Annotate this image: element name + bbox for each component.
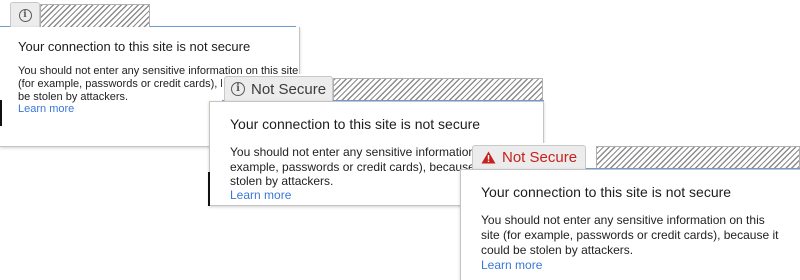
omnibox-bar-2: i Not Secure — [222, 74, 544, 102]
url-redacted-2 — [333, 78, 544, 100]
site-info-button-3[interactable]: Not Secure — [472, 145, 587, 169]
omnibox-bar-3: Not Secure — [472, 143, 800, 170]
not-secure-label: Not Secure — [502, 149, 578, 166]
security-indicator-comparison: i Your connection to this site is not se… — [0, 0, 800, 280]
url-redacted-1 — [40, 4, 150, 28]
popup-title: Your connection to this site is not secu… — [230, 116, 481, 132]
warning-triangle-icon — [481, 151, 496, 164]
popup-body: You should not enter any sensitive infor… — [481, 213, 779, 257]
info-icon: i — [231, 82, 245, 96]
window-edge-1 — [0, 100, 2, 126]
security-popup-3: Your connection to this site is not secu… — [460, 169, 800, 280]
popup-title: Your connection to this site is not secu… — [18, 39, 251, 54]
url-redacted-3 — [596, 146, 800, 168]
popup-title: Your connection to this site is not secu… — [481, 184, 732, 200]
omnibox-bar-1: i — [0, 0, 296, 28]
learn-more-link[interactable]: Learn more — [481, 258, 542, 272]
not-secure-label: Not Secure — [251, 80, 327, 98]
learn-more-link[interactable]: Learn more — [18, 103, 74, 115]
site-info-button-1[interactable]: i — [10, 2, 40, 28]
site-info-button-2[interactable]: i Not Secure — [224, 76, 334, 101]
info-icon: i — [18, 9, 32, 22]
learn-more-link[interactable]: Learn more — [230, 188, 291, 202]
window-edge-2 — [208, 172, 210, 206]
